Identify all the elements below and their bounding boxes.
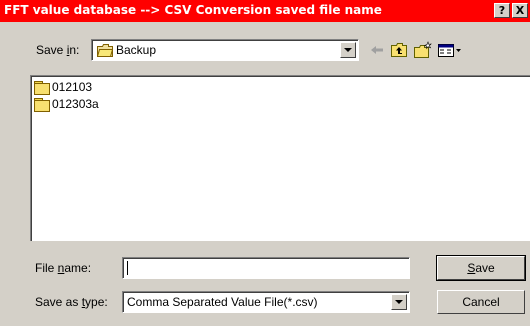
save-button[interactable]: Save: [436, 255, 526, 281]
save-as-type-label: Save as type:: [35, 295, 108, 309]
chevron-down-icon[interactable]: [340, 42, 356, 58]
list-item-label: 012103: [52, 80, 93, 94]
save-in-dropdown[interactable]: Backup: [91, 39, 359, 61]
save-in-label: Save in:: [36, 43, 80, 57]
save-as-type-value: Comma Separated Value File(*.csv): [127, 295, 318, 309]
folder-icon: [34, 80, 50, 95]
list-item[interactable]: 012103: [34, 79, 92, 95]
new-folder-icon[interactable]: [413, 41, 433, 59]
save-as-type-dropdown[interactable]: Comma Separated Value File(*.csv): [122, 291, 410, 313]
title-bar[interactable]: FFT value database --> CSV Conversion sa…: [0, 0, 530, 22]
list-item[interactable]: 012303a: [34, 96, 99, 112]
back-arrow-icon[interactable]: [367, 41, 387, 59]
cancel-button[interactable]: Cancel: [437, 290, 525, 314]
file-list[interactable]: 012103 012303a: [30, 75, 530, 241]
file-name-label: File name:: [35, 261, 92, 275]
chevron-down-icon[interactable]: [391, 294, 407, 310]
window-title: FFT value database --> CSV Conversion sa…: [4, 3, 382, 17]
help-button[interactable]: ?: [494, 3, 510, 18]
folder-icon: [96, 44, 114, 57]
save-in-value: Backup: [116, 43, 157, 57]
list-item-label: 012303a: [52, 97, 99, 111]
up-one-level-icon[interactable]: [389, 41, 409, 59]
view-menu-icon[interactable]: [436, 41, 466, 59]
save-file-dialog: FFT value database --> CSV Conversion sa…: [0, 0, 530, 326]
file-name-field[interactable]: [122, 257, 410, 279]
text-cursor: [127, 261, 128, 275]
close-button[interactable]: X: [512, 3, 528, 18]
folder-icon: [34, 97, 50, 112]
